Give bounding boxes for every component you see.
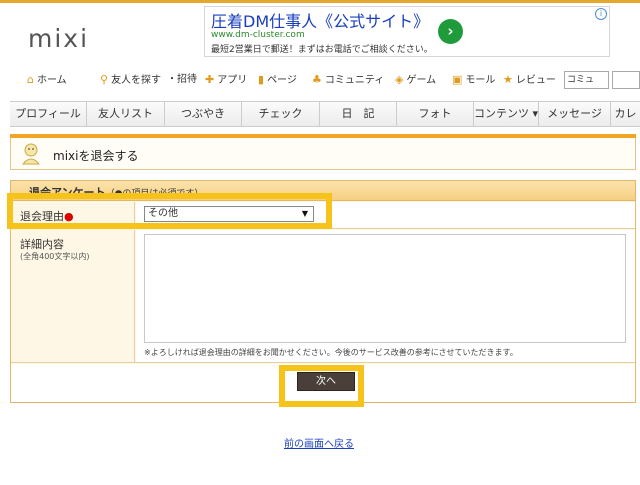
nav-review[interactable]: ★ レビュー — [503, 70, 556, 90]
tab-friend-list[interactable]: 友人リスト — [87, 102, 165, 126]
page-title: mixiを退会する — [53, 149, 139, 163]
top-accent-line — [0, 0, 640, 3]
shopping-bag-icon: ▣ — [452, 73, 463, 86]
nav-games[interactable]: ◈ ゲーム — [395, 70, 436, 90]
tab-contents[interactable]: コンテンツ ▾ — [474, 102, 539, 126]
nav-find-friends[interactable]: ⚲ 友人を探す — [100, 70, 161, 90]
ad-description: 最短2営業日で郵送！まずはお電話でご相談ください。 — [211, 45, 433, 55]
info-icon[interactable]: i — [595, 8, 607, 20]
detail-row: 詳細内容 (全角400文字以内) ※よろしければ退会理由の詳細をお聞かせください… — [11, 230, 635, 363]
tab-check[interactable]: チェック — [242, 102, 320, 126]
search-scope-select[interactable]: コミュ — [564, 71, 609, 89]
nav-apps[interactable]: ✚ アプリ — [205, 70, 247, 90]
nav-invite[interactable]: ・招待 — [167, 70, 197, 90]
main-nav: ⌂ ホーム ⚲ 友人を探す ・招待 ✚ アプリ ▮ ページ ♣ コミュニティ ◈ ゲーム ▣… — [0, 70, 640, 90]
home-icon: ⌂ — [27, 73, 34, 86]
nav-mall[interactable]: ▣ モール — [452, 70, 495, 90]
reason-highlight — [7, 193, 332, 229]
nav-pages[interactable]: ▮ ページ — [258, 70, 297, 90]
ad-title[interactable]: 圧着DM仕事人《公式サイト》 — [211, 8, 429, 32]
tab-profile[interactable]: プロフィール — [10, 102, 87, 126]
chevron-right-icon[interactable]: › — [438, 19, 463, 44]
detail-note: ※よろしければ退会理由の詳細をお聞かせください。今後のサービス改善の参考にさせて… — [144, 348, 518, 357]
search-input[interactable] — [612, 71, 640, 89]
detail-char-limit: (全角400文字以内) — [20, 252, 90, 261]
profile-tab-bar: プロフィール 友人リスト つぶやき チェック 日 記 フォト コンテンツ ▾ メ… — [10, 101, 640, 127]
puzzle-icon: ✚ — [205, 73, 215, 86]
tab-diary[interactable]: 日 記 — [320, 102, 397, 126]
people-icon: ♣ — [312, 73, 322, 86]
ad-url[interactable]: www.dm-cluster.com — [211, 30, 305, 40]
mixi-logo[interactable]: mixi — [28, 24, 89, 53]
detail-textarea[interactable] — [144, 234, 626, 343]
tab-photo[interactable]: フォト — [397, 102, 474, 126]
user-icon — [21, 143, 41, 165]
search-icon: ⚲ — [100, 73, 109, 86]
star-icon: ★ — [503, 73, 513, 86]
page-header: mixiを退会する — [10, 138, 636, 170]
back-link[interactable]: 前の画面へ戻る — [284, 435, 354, 450]
detail-label: 詳細内容 — [20, 238, 64, 251]
next-button-highlight — [279, 365, 364, 407]
tab-calendar[interactable]: カレ — [611, 102, 640, 126]
nav-home[interactable]: ⌂ ホーム — [27, 70, 67, 90]
nav-community[interactable]: ♣ コミュニティ — [312, 70, 384, 90]
ad-banner[interactable]: 圧着DM仕事人《公式サイト》 www.dm-cluster.com 最短2営業日… — [204, 6, 610, 57]
tab-voice[interactable]: つぶやき — [165, 102, 242, 126]
bookmark-icon: ▮ — [258, 73, 265, 86]
tab-messages[interactable]: メッセージ — [539, 102, 611, 126]
gamepad-icon: ◈ — [395, 73, 404, 86]
